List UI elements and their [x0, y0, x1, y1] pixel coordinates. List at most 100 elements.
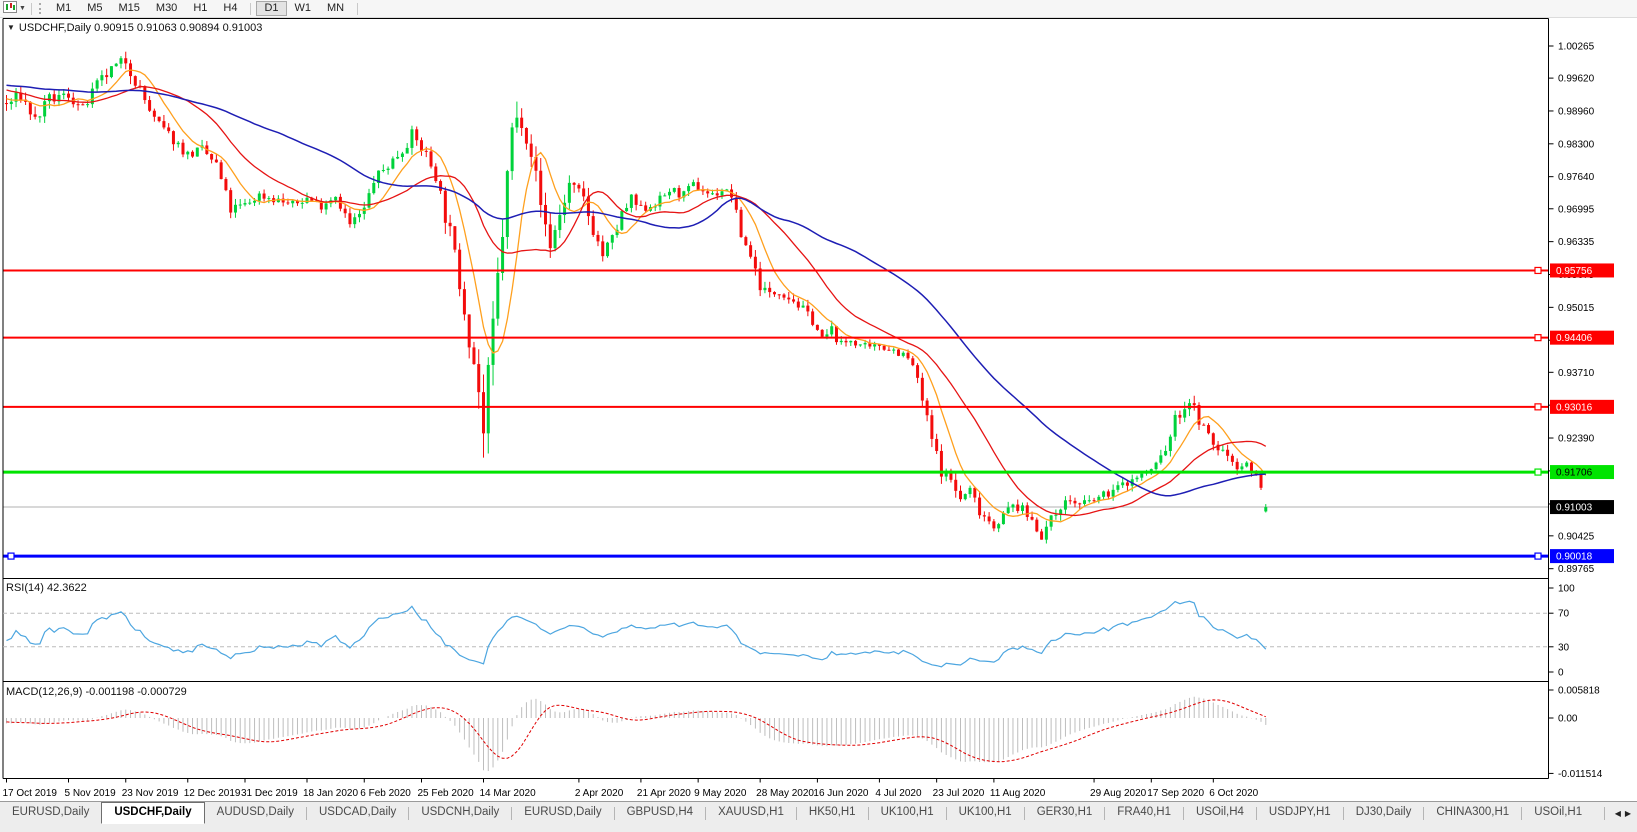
- svg-text:25 Feb 2020: 25 Feb 2020: [417, 788, 474, 799]
- tab-usdjpy-h1[interactable]: USDJPY,H1: [1257, 802, 1343, 823]
- tab-fra40-h1[interactable]: FRA40,H1: [1105, 802, 1183, 823]
- tab-divider: [1604, 807, 1605, 820]
- rsi-indicator-label: RSI(14) 42.3622: [6, 582, 87, 594]
- collapse-icon[interactable]: ▼: [7, 23, 15, 32]
- svg-text:0.91003: 0.91003: [1556, 503, 1593, 514]
- tab-usoil-h4[interactable]: USOil,H4: [1184, 802, 1256, 823]
- svg-text:100: 100: [1558, 584, 1575, 595]
- timeframe-m1[interactable]: M1: [48, 1, 79, 16]
- svg-text:0.96995: 0.96995: [1558, 204, 1595, 215]
- svg-text:0.98300: 0.98300: [1558, 139, 1595, 150]
- timeframe-m5[interactable]: M5: [79, 1, 110, 16]
- tab-eurusd-daily[interactable]: EURUSD,Daily: [512, 802, 613, 823]
- timeframe-m15[interactable]: M15: [111, 1, 148, 16]
- svg-text:0.95015: 0.95015: [1558, 303, 1595, 314]
- candles: [5, 52, 1267, 544]
- time-axis[interactable]: 17 Oct 20195 Nov 201923 Nov 201912 Dec 2…: [3, 779, 1259, 800]
- new-chart-icon[interactable]: [3, 1, 17, 16]
- timeframe-m30[interactable]: M30: [148, 1, 185, 16]
- macd-indicator-label: MACD(12,26,9) -0.001198 -0.000729: [6, 686, 187, 698]
- mt4-window: 1.002650.996200.989600.983000.976400.969…: [0, 0, 1637, 832]
- svg-text:0.89765: 0.89765: [1558, 564, 1595, 575]
- toolbar: ▼ M1M5M15M30H1H4 D1W1MN: [0, 0, 1637, 18]
- ma-21-line: [7, 87, 1266, 516]
- timeframe-h1[interactable]: H1: [185, 1, 215, 16]
- svg-text:0.91706: 0.91706: [1556, 468, 1593, 479]
- svg-text:18 Jan 2020: 18 Jan 2020: [303, 788, 358, 799]
- svg-text:0.90018: 0.90018: [1556, 552, 1593, 563]
- timeframe-w1[interactable]: W1: [287, 1, 320, 16]
- tab-ger30-h1[interactable]: GER30,H1: [1025, 802, 1105, 823]
- timeframe-buttons: M1M5M15M30H1H4 D1W1MN: [48, 1, 363, 16]
- rsi-axis: 10070300: [1549, 584, 1576, 679]
- svg-text:21 Apr 2020: 21 Apr 2020: [637, 788, 691, 799]
- tab-dj30-daily[interactable]: DJ30,Daily: [1344, 802, 1424, 823]
- svg-text:14 Mar 2020: 14 Mar 2020: [480, 788, 537, 799]
- svg-text:0.96335: 0.96335: [1558, 237, 1595, 248]
- tab-hk50-h1[interactable]: HK50,H1: [797, 802, 868, 823]
- toolbar-separator: [250, 3, 251, 15]
- svg-text:0.97640: 0.97640: [1558, 172, 1595, 183]
- svg-text:0.005818: 0.005818: [1558, 685, 1600, 696]
- rsi-pane[interactable]: [3, 601, 1549, 667]
- svg-text:0: 0: [1558, 668, 1564, 679]
- svg-text:0.95756: 0.95756: [1556, 266, 1593, 277]
- svg-text:28 May 2020: 28 May 2020: [756, 788, 814, 799]
- svg-text:29 Aug 2020: 29 Aug 2020: [1090, 788, 1147, 799]
- svg-text:23 Jul 2020: 23 Jul 2020: [933, 788, 985, 799]
- svg-text:4 Jul 2020: 4 Jul 2020: [875, 788, 922, 799]
- svg-text:0.93710: 0.93710: [1558, 368, 1595, 379]
- svg-text:70: 70: [1558, 609, 1570, 620]
- chart-title: ▼USDCHF,Daily 0.90915 0.91063 0.90894 0.…: [7, 22, 262, 34]
- tab-usdcad-daily[interactable]: USDCAD,Daily: [307, 802, 408, 823]
- macd-axis: 0.0058180.00-0.011514: [1549, 685, 1603, 779]
- svg-text:0.00: 0.00: [1558, 714, 1578, 725]
- timeframe-d1[interactable]: D1: [256, 1, 286, 16]
- svg-text:17 Sep 2020: 17 Sep 2020: [1147, 788, 1204, 799]
- svg-text:0.99620: 0.99620: [1558, 74, 1595, 85]
- ma-8-line: [7, 70, 1266, 522]
- svg-text:23 Nov 2019: 23 Nov 2019: [122, 788, 179, 799]
- timeframe-h4[interactable]: H4: [215, 1, 245, 16]
- tab-scroll-right-icon[interactable]: ▶: [1625, 809, 1631, 818]
- svg-text:9 May 2020: 9 May 2020: [694, 788, 747, 799]
- pane-borders: [3, 19, 1549, 779]
- toolbar-grip[interactable]: [39, 3, 44, 14]
- svg-text:11 Aug 2020: 11 Aug 2020: [990, 788, 1046, 799]
- chart-dropdown-icon[interactable]: ▼: [19, 5, 26, 12]
- tab-usdchf-daily[interactable]: USDCHF,Daily: [101, 802, 204, 824]
- tab-usdcnh-daily[interactable]: USDCNH,Daily: [409, 802, 511, 823]
- tab-uk100-h1[interactable]: UK100,H1: [869, 802, 946, 823]
- svg-text:1.00265: 1.00265: [1558, 42, 1595, 53]
- tab-gbpusd-h4[interactable]: GBPUSD,H4: [615, 802, 705, 823]
- svg-text:6 Feb 2020: 6 Feb 2020: [360, 788, 411, 799]
- svg-text:0.90425: 0.90425: [1558, 531, 1595, 542]
- tab-scroll-buttons: ◀ ▶: [1596, 802, 1637, 824]
- tab-uk100-h1[interactable]: UK100,H1: [947, 802, 1024, 823]
- chart-tab-bar: EURUSD,DailyUSDCHF,DailyAUDUSD,DailyUSDC…: [0, 801, 1637, 832]
- tab-audusd-daily[interactable]: AUDUSD,Daily: [205, 802, 306, 823]
- tab-china300-h1[interactable]: CHINA300,H1: [1424, 802, 1521, 823]
- tab-xauusd-h1[interactable]: XAUUSD,H1: [706, 802, 796, 823]
- timeframe-mn[interactable]: MN: [319, 1, 352, 16]
- svg-text:2 Apr 2020: 2 Apr 2020: [575, 788, 624, 799]
- chart-symbol: USDCHF,Daily: [19, 22, 91, 34]
- main-price-pane[interactable]: [3, 52, 1549, 559]
- tab-eurusd-daily[interactable]: EURUSD,Daily: [0, 802, 101, 823]
- macd-signal-line: [7, 700, 1266, 762]
- tab-usoil-h1[interactable]: USOil,H1: [1522, 802, 1594, 823]
- svg-text:6 Oct 2020: 6 Oct 2020: [1209, 788, 1258, 799]
- svg-text:16 Jun 2020: 16 Jun 2020: [813, 788, 868, 799]
- svg-text:17 Oct 2019: 17 Oct 2019: [3, 788, 58, 799]
- svg-text:31 Dec 2019: 31 Dec 2019: [241, 788, 298, 799]
- rsi-line: [7, 601, 1266, 667]
- price-axis[interactable]: 1.002650.996200.989600.983000.976400.969…: [1549, 42, 1615, 576]
- ma-50-line: [7, 85, 1266, 496]
- macd-pane[interactable]: [7, 697, 1266, 771]
- chart-canvas[interactable]: 1.002650.996200.989600.983000.976400.969…: [0, 0, 1637, 832]
- toolbar-separator: [357, 3, 358, 15]
- svg-text:0.94406: 0.94406: [1556, 333, 1593, 344]
- toolbar-separator: [31, 3, 32, 15]
- svg-text:5 Nov 2019: 5 Nov 2019: [65, 788, 117, 799]
- tab-scroll-left-icon[interactable]: ◀: [1615, 809, 1621, 818]
